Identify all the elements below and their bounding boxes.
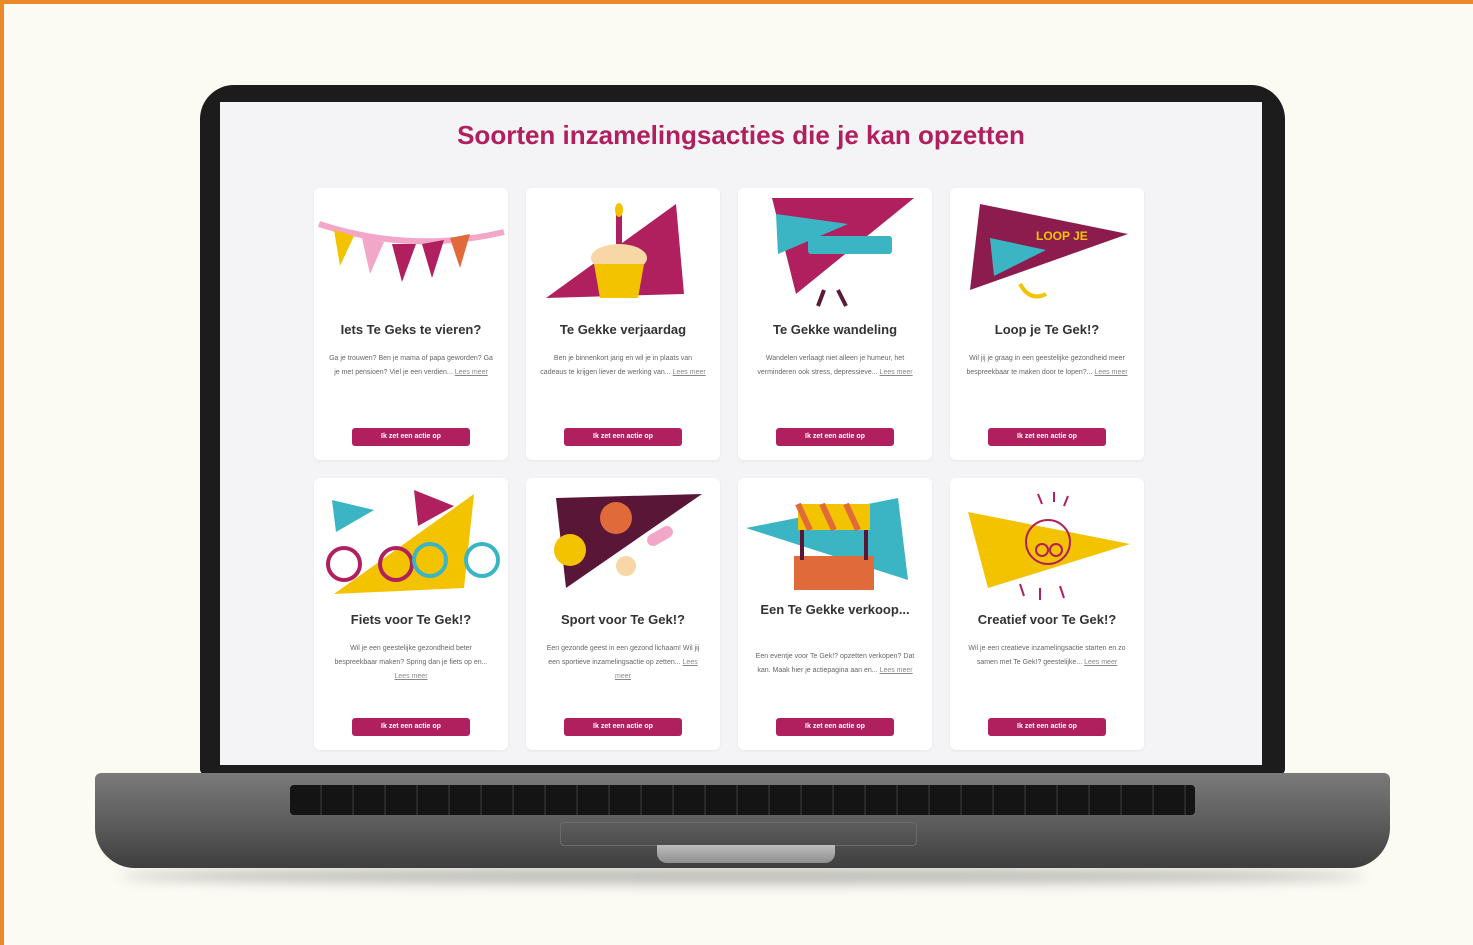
card-birthday: Te Gekke verjaardag Ben je binnenkort ja… xyxy=(526,188,720,460)
card-description: Een eventje voor Te Gek!? opzetten verko… xyxy=(755,653,915,674)
start-action-button[interactable]: Ik zet een actie op xyxy=(352,428,470,446)
market-stall-icon xyxy=(746,498,908,590)
read-more-link[interactable]: Lees meer xyxy=(880,369,913,376)
card-creative: Creatief voor Te Gek!? Wil je een creati… xyxy=(950,478,1144,750)
start-action-button[interactable]: Ik zet een actie op xyxy=(564,718,682,736)
card-description: Ben je binnenkort jarig en wil je in pla… xyxy=(540,355,706,376)
start-action-button[interactable]: Ik zet een actie op xyxy=(564,428,682,446)
sports-balls-icon xyxy=(554,494,702,588)
page-title: Soorten inzamelingsacties die je kan opz… xyxy=(457,120,1025,150)
walking-flag-icon xyxy=(772,198,914,307)
card-description: Ga je trouwen? Ben je mama of papa gewor… xyxy=(329,355,493,376)
card-title: Fiets voor Te Gek!? xyxy=(350,612,472,627)
laptop-screen: Soorten inzamelingsacties die je kan opz… xyxy=(220,102,1262,765)
read-more-link[interactable]: Lees meer xyxy=(394,673,427,680)
read-more-link[interactable]: Lees meer xyxy=(455,369,488,376)
card-bike: Fiets voor Te Gek!? Wil je een geestelij… xyxy=(314,478,508,750)
start-action-button[interactable]: Ik zet een actie op xyxy=(988,428,1106,446)
creative-drawing-icon xyxy=(968,492,1130,600)
card-description: Wil je een geestelijke gezondheid beter … xyxy=(334,645,488,680)
card-sale: Een Te Gekke verkoop... Een eventje voor… xyxy=(738,478,932,750)
laptop-shadow xyxy=(120,868,1365,884)
running-flag-icon: LOOP JE xyxy=(970,204,1128,299)
card-title: Sport voor Te Gek!? xyxy=(561,612,685,627)
card-title: Loop je Te Gek!? xyxy=(994,322,1100,337)
card-title: Iets Te Geks te vieren? xyxy=(340,322,482,337)
card-description: Wil jij je graag in een geestelijke gezo… xyxy=(966,355,1128,376)
card-description: Wandelen verlaagt niet alleen je humeur,… xyxy=(757,355,913,376)
laptop-trackpad xyxy=(560,822,917,846)
card-celebration: Iets Te Geks te vieren? Ga je trouwen? B… xyxy=(314,188,508,460)
card-title: Creatief voor Te Gek!? xyxy=(977,612,1117,627)
card-walk: Te Gekke wandeling Wandelen verlaagt nie… xyxy=(738,188,932,460)
laptop-keyboard xyxy=(290,785,1195,815)
card-title: Een Te Gekke verkoop... xyxy=(760,602,910,617)
start-action-button[interactable]: Ik zet een actie op xyxy=(988,718,1106,736)
card-run: LOOP JE Loop je Te Gek!? Wil jij je graa… xyxy=(950,188,1144,460)
svg-text:LOOP JE: LOOP JE xyxy=(1036,229,1088,243)
read-more-link[interactable]: Lees meer xyxy=(1094,369,1127,376)
card-description: Een gezonde geest in een gezond lichaam!… xyxy=(546,645,700,680)
card-title: Te Gekke verjaardag xyxy=(559,322,687,337)
laptop-notch xyxy=(657,845,835,863)
card-title: Te Gekke wandeling xyxy=(772,322,898,337)
card-sport: Sport voor Te Gek!? Een gezonde geest in… xyxy=(526,478,720,750)
start-action-button[interactable]: Ik zet een actie op xyxy=(776,718,894,736)
card-description: Wil je een creatieve inzamelingsactie st… xyxy=(968,645,1126,666)
cupcake-icon xyxy=(546,203,684,298)
read-more-link[interactable]: Lees meer xyxy=(1084,659,1117,666)
bunting-icon xyxy=(318,221,505,282)
bicycle-icon xyxy=(326,490,500,594)
start-action-button[interactable]: Ik zet een actie op xyxy=(352,718,470,736)
read-more-link[interactable]: Lees meer xyxy=(673,369,706,376)
start-action-button[interactable]: Ik zet een actie op xyxy=(776,428,894,446)
read-more-link[interactable]: Lees meer xyxy=(880,667,913,674)
